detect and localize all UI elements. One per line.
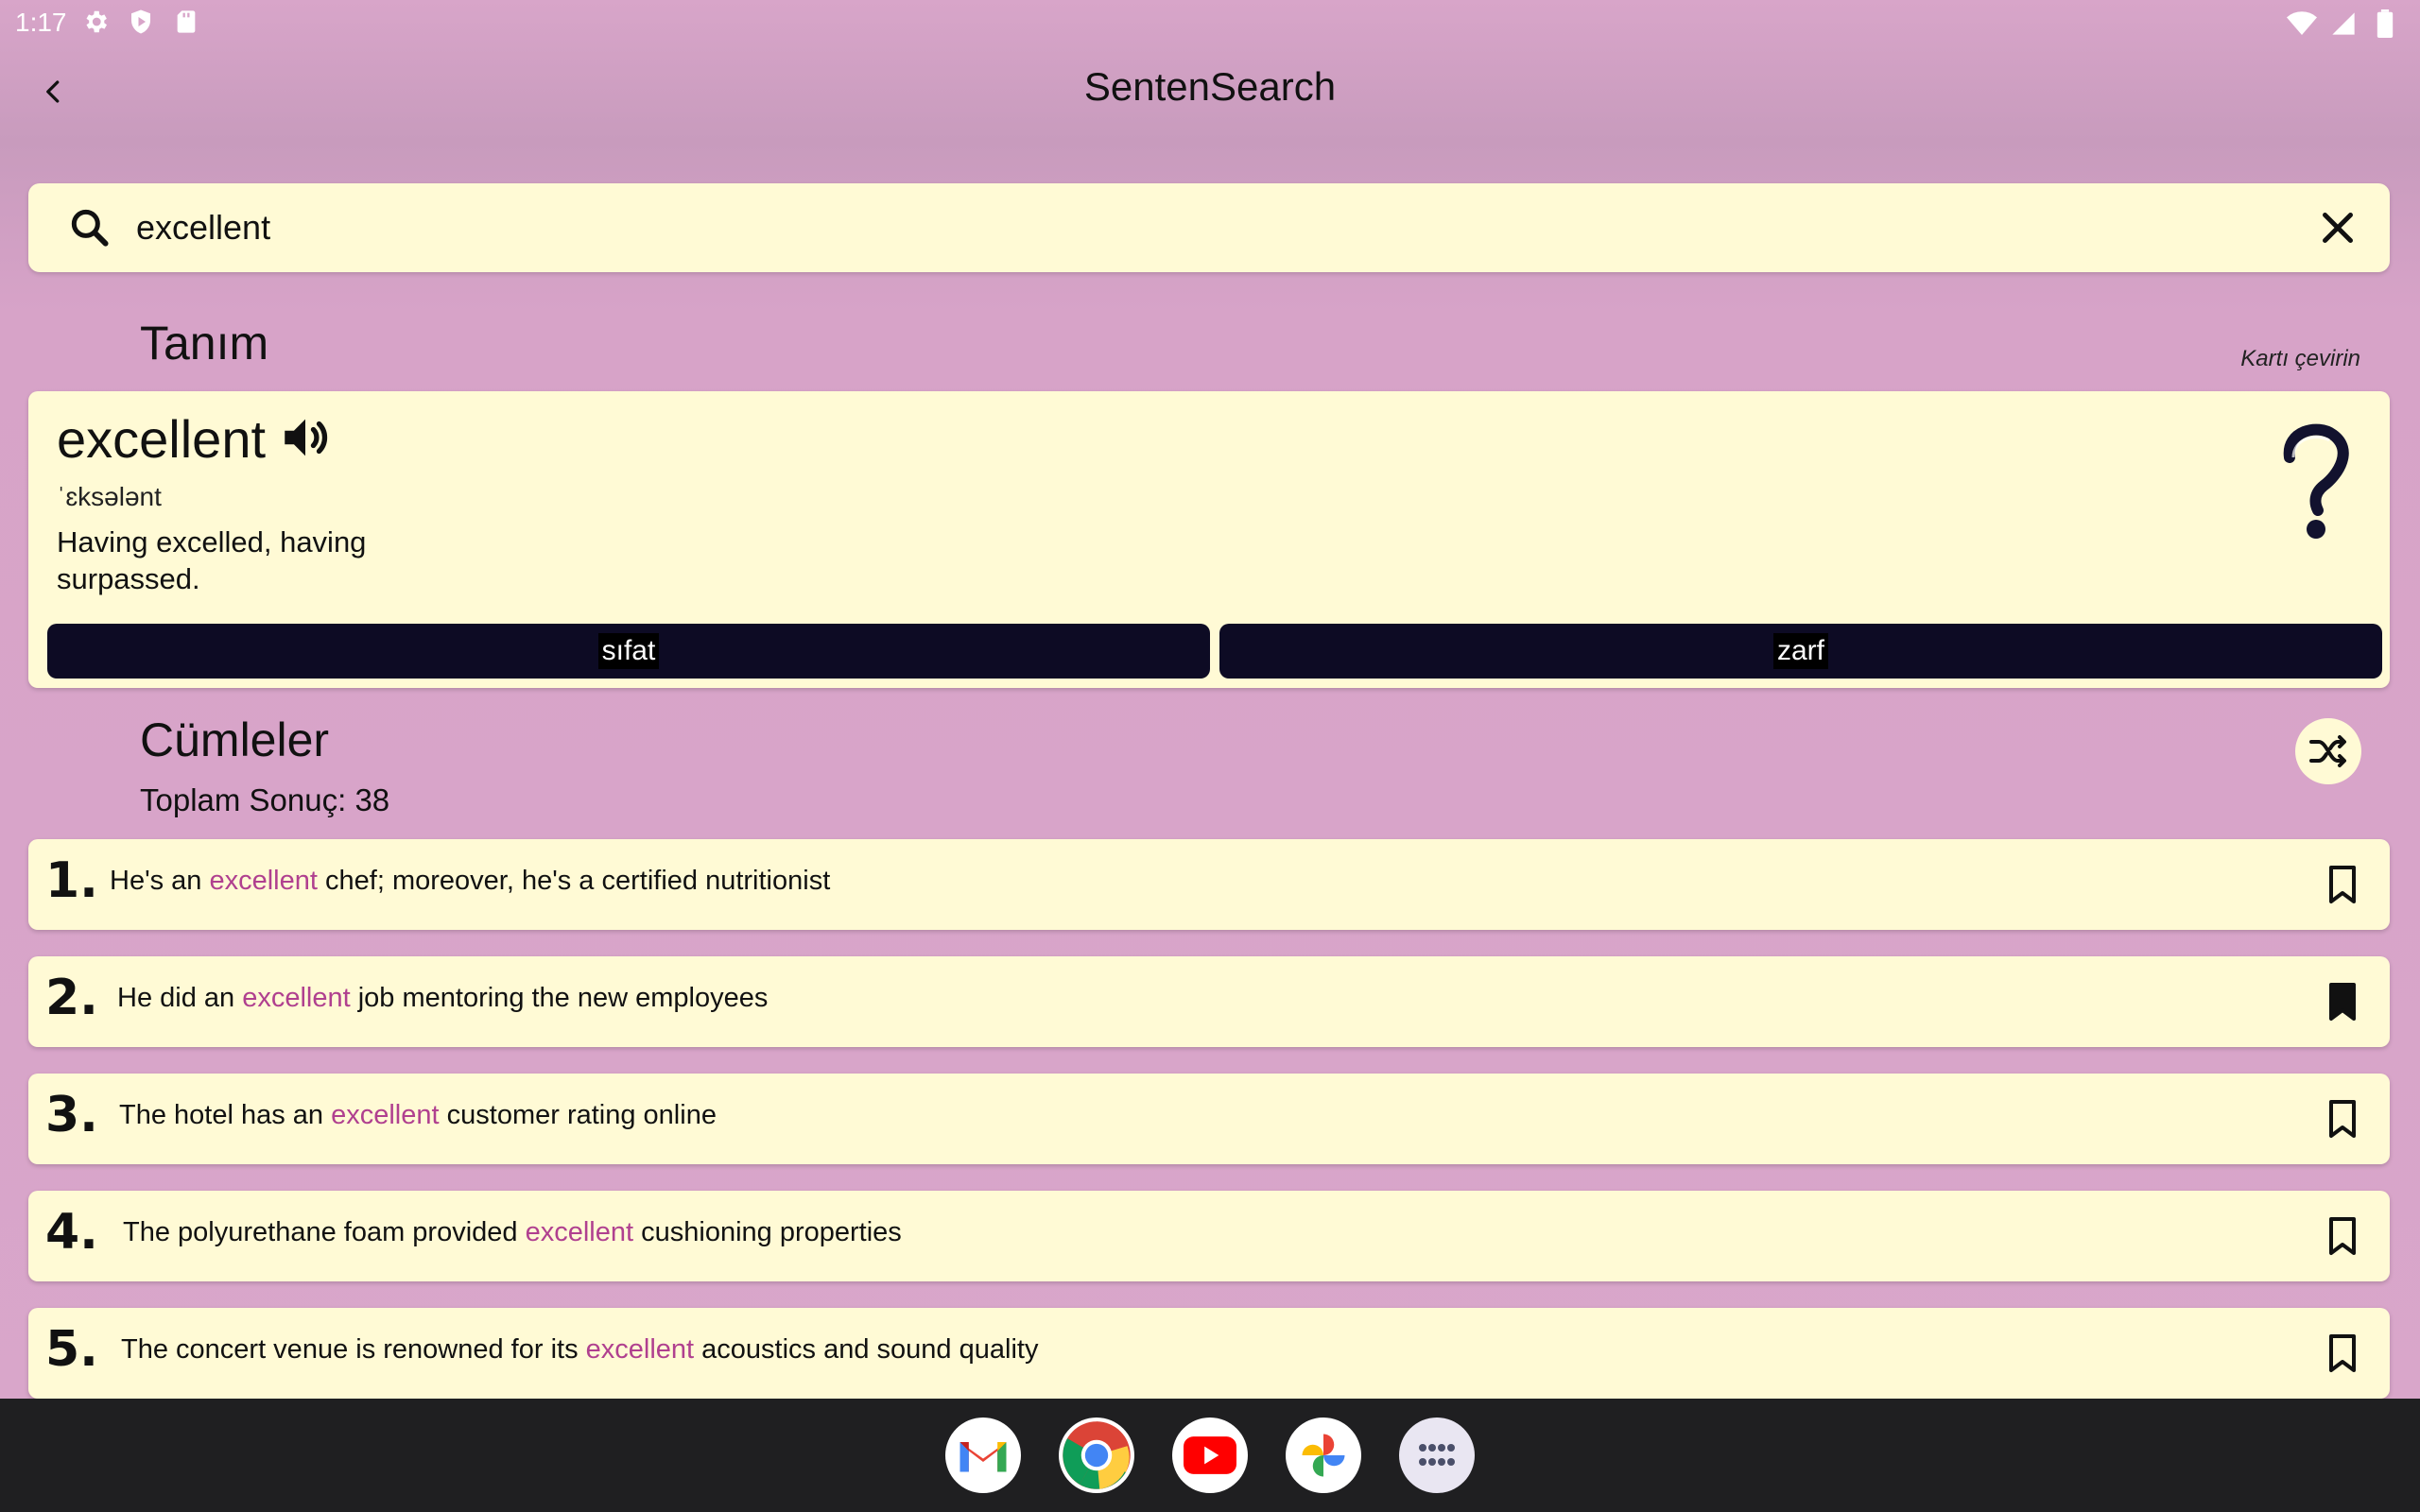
status-icons-right — [2286, 8, 2401, 40]
pos-chip-adverb[interactable]: zarf — [1219, 624, 2382, 679]
photos-icon[interactable] — [1286, 1418, 1361, 1493]
sentence-row[interactable]: 3. The hotel has an excellent customer r… — [28, 1074, 2390, 1164]
sentence-number: 2. — [45, 970, 98, 1026]
sentence-text: The hotel has an excellent customer rati… — [119, 1100, 717, 1130]
definition-text: Having excelled, having surpassed. — [57, 525, 367, 595]
sentence-number: 1. — [45, 852, 98, 909]
definition-section-title: Tanım — [140, 317, 269, 369]
close-icon — [2323, 213, 2353, 243]
definition-card[interactable]: excellent ˈɛksələnt Having excelled, hav… — [28, 391, 2390, 688]
clear-search-button[interactable] — [2312, 202, 2363, 253]
shuffle-button[interactable] — [2295, 718, 2361, 784]
chrome-icon[interactable] — [1059, 1418, 1134, 1493]
sentence-number: 5. — [45, 1321, 98, 1378]
total-results: Toplam Sonuç: 38 — [140, 782, 390, 817]
question-mark-icon — [2273, 420, 2358, 542]
sentence-text: He did an excellent job mentoring the ne… — [117, 983, 769, 1013]
search-icon — [66, 204, 113, 251]
sentence-number: 4. — [45, 1204, 98, 1261]
sentence-row[interactable]: 5. The concert venue is renowned for its… — [28, 1308, 2390, 1399]
gmail-icon[interactable] — [945, 1418, 1021, 1493]
sentence-text: The polyurethane foam provided excellent… — [123, 1217, 902, 1247]
search-bar — [28, 183, 2390, 272]
sentence-row[interactable]: 2. He did an excellent job mentoring the… — [28, 956, 2390, 1047]
app-title: SentenSearch — [1083, 64, 1337, 109]
sentences-section-title: Cümleler — [140, 713, 330, 766]
battery-icon — [2369, 8, 2401, 40]
phonetic-text: ˈɛksələnt — [57, 482, 162, 511]
word-title: excellent — [57, 409, 267, 469]
sentence-number: 3. — [45, 1087, 98, 1143]
youtube-icon[interactable] — [1172, 1418, 1248, 1493]
taskbar — [0, 1399, 2420, 1512]
sd-card-icon — [170, 6, 202, 38]
speaker-icon[interactable] — [278, 410, 333, 465]
bookmark-outline-icon[interactable] — [2320, 862, 2365, 907]
bookmark-outline-icon[interactable] — [2320, 1331, 2365, 1376]
status-time: 1:17 — [15, 8, 67, 37]
bookmark-outline-icon[interactable] — [2320, 1096, 2365, 1142]
flip-card-button[interactable]: Kartı çevirin — [2240, 346, 2360, 372]
search-input[interactable] — [134, 198, 2218, 257]
sentence-text: He's an excellent chef; moreover, he's a… — [110, 866, 831, 896]
settings-icon — [79, 6, 112, 38]
pos-label: sıfat — [597, 633, 660, 669]
pos-chip-adjective[interactable]: sıfat — [47, 624, 1210, 679]
pos-label: zarf — [1772, 633, 1828, 669]
cellular-icon — [2327, 8, 2360, 40]
bookmark-filled-icon[interactable] — [2320, 979, 2365, 1024]
app-drawer-icon[interactable] — [1399, 1418, 1475, 1493]
shuffle-icon — [2309, 735, 2346, 767]
sentence-row[interactable]: 1. He's an excellent chef; moreover, he'… — [28, 839, 2390, 930]
wifi-icon — [2286, 8, 2318, 40]
sentence-row[interactable]: 4. The polyurethane foam provided excell… — [28, 1191, 2390, 1281]
status-icons-left — [79, 6, 202, 38]
shield-play-icon — [125, 6, 157, 38]
bookmark-outline-icon[interactable] — [2320, 1213, 2365, 1259]
sentence-text: The concert venue is renowned for its ex… — [121, 1334, 1039, 1365]
